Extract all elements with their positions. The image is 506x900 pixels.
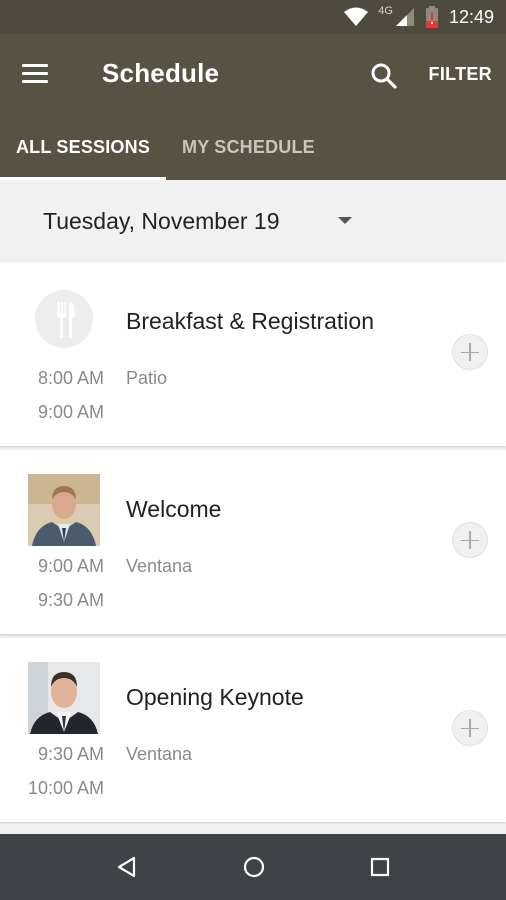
filter-button[interactable]: FILTER (429, 64, 492, 85)
app-bar: Schedule FILTER ALL SESSIONS MY SCHEDULE (0, 34, 506, 180)
add-to-schedule-button[interactable] (452, 522, 488, 558)
search-icon[interactable] (368, 60, 400, 92)
session-title: Opening Keynote (126, 684, 304, 710)
status-icons: 4G 12:49 (344, 0, 494, 34)
session-room: Ventana (126, 556, 193, 576)
session-title: Breakfast & Registration (126, 308, 375, 334)
home-circle-icon[interactable] (239, 852, 269, 882)
network-type-label: 4G (378, 5, 393, 17)
session-start-time: 9:30 AM (37, 744, 104, 764)
session-card[interactable]: Opening Keynote 9:30 AM 10:00 AM Ventana (0, 638, 506, 822)
back-triangle-icon[interactable] (112, 852, 142, 882)
cell-signal-icon (395, 8, 414, 26)
session-end-time: 9:30 AM (37, 590, 104, 610)
status-bar: 4G 12:49 (0, 0, 506, 34)
hamburger-menu-icon[interactable] (22, 58, 58, 88)
dropdown-arrow-icon[interactable] (338, 217, 352, 224)
add-to-schedule-button[interactable] (452, 334, 488, 370)
status-time: 12:49 (448, 6, 494, 27)
session-end-time: 9:00 AM (37, 402, 104, 422)
page-title: Schedule (102, 58, 220, 88)
date-selector[interactable]: Tuesday, November 19 (0, 180, 506, 262)
wifi-icon (344, 7, 369, 26)
session-room: Patio (126, 368, 168, 388)
session-card[interactable]: Breakfast & Registration 8:00 AM 9:00 AM… (0, 262, 506, 446)
speaker-photo (28, 474, 100, 546)
tab-my-schedule[interactable]: MY SCHEDULE (182, 126, 315, 180)
session-title: Welcome (126, 496, 222, 522)
system-nav-bar (0, 834, 506, 900)
tab-bar: ALL SESSIONS MY SCHEDULE (0, 126, 506, 180)
session-start-time: 9:00 AM (37, 556, 104, 576)
food-icon (35, 290, 93, 348)
selected-date: Tuesday, November 19 (43, 208, 280, 234)
session-start-time: 8:00 AM (37, 368, 104, 388)
battery-low-icon (425, 6, 438, 28)
tab-all-sessions[interactable]: ALL SESSIONS (0, 126, 166, 180)
add-to-schedule-button[interactable] (452, 710, 488, 746)
session-end-time: 10:00 AM (27, 778, 104, 798)
session-card[interactable]: Welcome 9:00 AM 9:30 AM Ventana (0, 450, 506, 634)
speaker-photo (28, 662, 100, 734)
session-room: Ventana (126, 744, 193, 764)
recents-square-icon[interactable] (365, 852, 395, 882)
